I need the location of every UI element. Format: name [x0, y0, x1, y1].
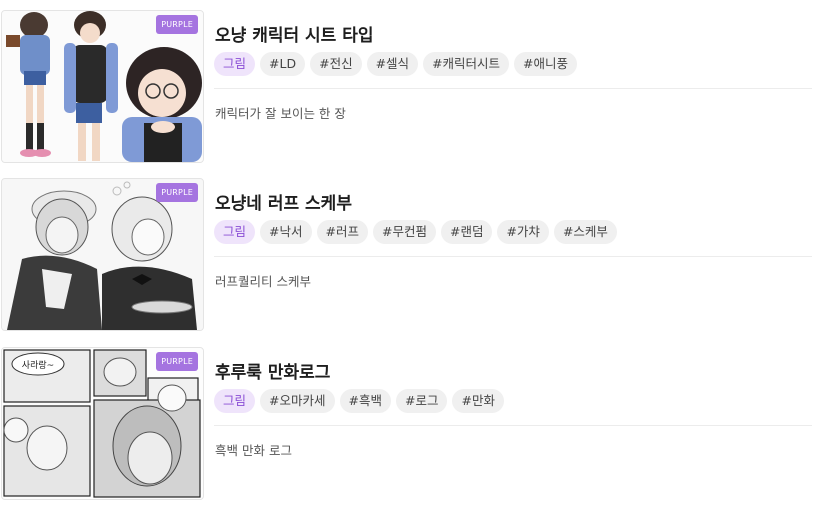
- category-tag[interactable]: 그림: [214, 220, 256, 244]
- tag[interactable]: #오마카세: [260, 389, 335, 413]
- post-title[interactable]: 오냥 캐릭터 시트 타입: [215, 21, 374, 46]
- tag-list: 그림 #낙서 #러프 #무컨펌 #랜덤 #가챠 #스케부: [214, 220, 617, 244]
- tag[interactable]: #만화: [452, 389, 504, 413]
- tag[interactable]: #애니풍: [514, 52, 578, 76]
- post-item[interactable]: 사라랑~ PURPLE 후루룩 만화로그 그림 #오마카세 #흑백 #로그 #만…: [0, 347, 819, 500]
- post-item[interactable]: PURPLE 오냥 캐릭터 시트 타입 그림 #LD #전신 #셀식 #캐릭터시…: [0, 10, 819, 163]
- purple-badge: PURPLE: [156, 15, 198, 34]
- tag[interactable]: #낙서: [260, 220, 312, 244]
- post-thumbnail[interactable]: PURPLE: [1, 178, 204, 331]
- tag[interactable]: #캐릭터시트: [423, 52, 510, 76]
- tag[interactable]: #가챠: [497, 220, 549, 244]
- post-thumbnail[interactable]: PURPLE: [1, 10, 204, 163]
- tag-list: 그림 #LD #전신 #셀식 #캐릭터시트 #애니풍: [214, 52, 578, 76]
- tag[interactable]: #로그: [395, 389, 448, 413]
- tag[interactable]: #흑백: [339, 389, 391, 413]
- divider: [214, 256, 812, 257]
- post-title[interactable]: 후루룩 만화로그: [215, 358, 330, 383]
- divider: [214, 425, 812, 426]
- post-description: 러프퀄리티 스케부: [215, 274, 311, 289]
- purple-badge: PURPLE: [156, 183, 198, 202]
- divider: [214, 88, 812, 89]
- tag[interactable]: #무컨펌: [372, 220, 436, 244]
- tag[interactable]: #스케부: [553, 220, 617, 244]
- tag[interactable]: #전신: [310, 52, 362, 76]
- tag-list: 그림 #오마카세 #흑백 #로그 #만화: [214, 389, 504, 413]
- category-tag[interactable]: 그림: [214, 52, 256, 76]
- tag[interactable]: #셀식: [366, 52, 419, 76]
- tag[interactable]: #랜덤: [440, 220, 493, 244]
- post-description: 캐릭터가 잘 보이는 한 장: [215, 106, 346, 121]
- purple-badge: PURPLE: [156, 352, 198, 371]
- tag[interactable]: #러프: [316, 220, 368, 244]
- post-item[interactable]: PURPLE 오냥네 러프 스케부 그림 #낙서 #러프 #무컨펌 #랜덤 #가…: [0, 178, 819, 331]
- tag[interactable]: #LD: [260, 52, 306, 76]
- post-description: 흑백 만화 로그: [215, 443, 292, 458]
- category-tag[interactable]: 그림: [214, 389, 256, 413]
- post-title[interactable]: 오냥네 러프 스케부: [215, 189, 352, 214]
- speech-bubble-text: 사라랑~: [22, 359, 54, 371]
- post-thumbnail[interactable]: 사라랑~ PURPLE: [1, 347, 204, 500]
